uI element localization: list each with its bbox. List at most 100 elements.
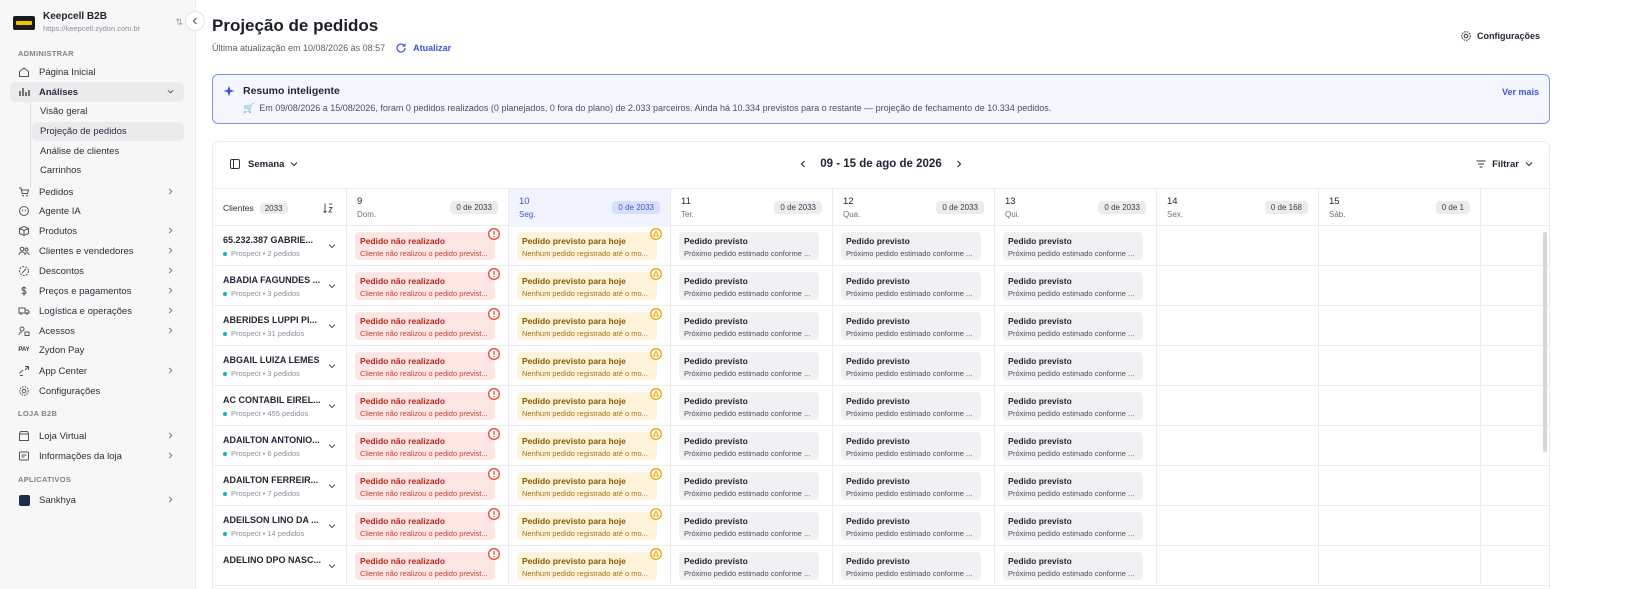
- sidebar-item-clientes[interactable]: Clientes e vendedores: [10, 241, 184, 261]
- chevron-down-icon[interactable]: [328, 482, 336, 490]
- planned-order-card[interactable]: Pedido previsto Próximo pedido estimado c…: [841, 392, 981, 420]
- table-row[interactable]: ABGAIL LUIZA LEMES Prospect • 3 pedidos Pe…: [213, 346, 1549, 386]
- chevron-down-icon[interactable]: [328, 522, 336, 530]
- sidebar-item-pedidos[interactable]: Pedidos: [10, 182, 184, 202]
- planned-order-card[interactable]: Pedido previsto Próximo pedido estimado c…: [1003, 432, 1143, 460]
- planned-order-card[interactable]: Pedido previsto Próximo pedido estimado c…: [679, 392, 819, 420]
- sidebar-item-zydon-pay[interactable]: PAY Zydon Pay: [10, 340, 184, 360]
- sidebar-item-logistica[interactable]: Logística e operações: [10, 301, 184, 321]
- refresh-button[interactable]: Atualizar: [395, 42, 451, 54]
- config-button[interactable]: Configurações: [1460, 30, 1540, 42]
- sidebar-item-sankhya[interactable]: Sankhya: [10, 490, 184, 510]
- sidebar-item-agente-ia[interactable]: Agente IA: [10, 201, 184, 221]
- planned-order-card[interactable]: Pedido previsto Próximo pedido estimado c…: [679, 512, 819, 540]
- table-row[interactable]: ABADIA FAGUNDES ... Prospect • 3 pedidos P…: [213, 266, 1549, 306]
- chevron-down-icon[interactable]: [328, 402, 336, 410]
- chevron-down-icon[interactable]: [328, 242, 336, 250]
- sidebar-item-configuracoes[interactable]: Configurações: [10, 381, 184, 401]
- chevron-down-icon[interactable]: [328, 562, 336, 570]
- planned-order-card[interactable]: Pedido previsto Próximo pedido estimado c…: [1003, 512, 1143, 540]
- planned-order-card[interactable]: Pedido previsto Próximo pedido estimado c…: [841, 272, 981, 300]
- warning-icon: [650, 428, 662, 440]
- today-order-card[interactable]: Pedido previsto para hoje Nenhum pedido r…: [517, 468, 662, 500]
- table-row[interactable]: ABERIDES LUPPI PI... Prospect • 31 pedido…: [213, 306, 1549, 346]
- prev-week-button[interactable]: [798, 159, 808, 169]
- sidebar-sub-projecao[interactable]: Projeção de pedidos: [32, 122, 184, 141]
- planned-order-card[interactable]: Pedido previsto Próximo pedido estimado c…: [1003, 552, 1143, 580]
- planned-order-card[interactable]: Pedido previsto Próximo pedido estimado c…: [841, 312, 981, 340]
- today-order-card[interactable]: Pedido previsto para hoje Nenhum pedido r…: [517, 548, 662, 580]
- missed-order-card[interactable]: Pedido não realizado Cliente não realizou…: [355, 228, 500, 260]
- sidebar-sub-carrinhos[interactable]: Carrinhos: [32, 161, 184, 180]
- missed-order-card[interactable]: Pedido não realizado Cliente não realizou…: [355, 308, 500, 340]
- table-row[interactable]: ADEILSON LINO DA ... Prospect • 14 pedido…: [213, 506, 1549, 546]
- table-row[interactable]: AC CONTABIL EIREL... Prospect • 455 pedid…: [213, 386, 1549, 426]
- chevron-down-icon[interactable]: [328, 442, 336, 450]
- planned-order-card[interactable]: Pedido previsto Próximo pedido estimado c…: [679, 352, 819, 380]
- sidebar-item-descontos[interactable]: Descontos: [10, 261, 184, 281]
- sidebar-item-info-loja[interactable]: Informações da loja: [10, 446, 184, 466]
- next-week-button[interactable]: [954, 159, 964, 169]
- sidebar-item-acessos[interactable]: Acessos: [10, 321, 184, 341]
- today-order-card[interactable]: Pedido previsto para hoje Nenhum pedido r…: [517, 308, 662, 340]
- chevron-down-icon[interactable]: [328, 282, 336, 290]
- pin-icon[interactable]: ⇅: [175, 17, 183, 28]
- today-order-card[interactable]: Pedido previsto para hoje Nenhum pedido r…: [517, 228, 662, 260]
- chevron-down-icon[interactable]: [328, 362, 336, 370]
- sort-icon[interactable]: [322, 202, 334, 214]
- sidebar-item-analises[interactable]: Análises: [10, 82, 184, 102]
- planned-order-card[interactable]: Pedido previsto Próximo pedido estimado c…: [679, 552, 819, 580]
- sidebar-item-produtos[interactable]: Produtos: [10, 221, 184, 241]
- missed-order-card[interactable]: Pedido não realizado Cliente não realizou…: [355, 548, 500, 580]
- missed-order-card[interactable]: Pedido não realizado Cliente não realizou…: [355, 268, 500, 300]
- table-row[interactable]: ADAILTON ANTONIO... Prospect • 6 pedidos P…: [213, 426, 1549, 466]
- today-order-card[interactable]: Pedido previsto para hoje Nenhum pedido r…: [517, 428, 662, 460]
- today-order-card[interactable]: Pedido previsto para hoje Nenhum pedido r…: [517, 348, 662, 380]
- planned-order-card[interactable]: Pedido previsto Próximo pedido estimado c…: [679, 232, 819, 260]
- planned-order-card[interactable]: Pedido previsto Próximo pedido estimado c…: [841, 432, 981, 460]
- vertical-scrollbar[interactable]: [1543, 232, 1547, 452]
- sidebar-sub-visao-geral[interactable]: Visão geral: [32, 102, 184, 121]
- missed-order-card[interactable]: Pedido não realizado Cliente não realizou…: [355, 428, 500, 460]
- planned-order-card[interactable]: Pedido previsto Próximo pedido estimado c…: [841, 512, 981, 540]
- see-more-link[interactable]: Ver mais: [1502, 87, 1539, 97]
- today-order-card[interactable]: Pedido previsto para hoje Nenhum pedido r…: [517, 508, 662, 540]
- today-order-card[interactable]: Pedido previsto para hoje Nenhum pedido r…: [517, 388, 662, 420]
- warning-icon: [650, 508, 662, 520]
- brand[interactable]: Keepcell B2B https://keepcell.zydon.com.…: [13, 8, 183, 38]
- table-row[interactable]: 65.232.387 GABRIE... Prospect • 2 pedidos…: [213, 226, 1549, 266]
- planned-order-card[interactable]: Pedido previsto Próximo pedido estimado c…: [841, 232, 981, 260]
- chevron-down-icon[interactable]: [328, 322, 336, 330]
- warning-icon: [650, 548, 662, 560]
- missed-order-card[interactable]: Pedido não realizado Cliente não realizou…: [355, 468, 500, 500]
- status-dot: [223, 531, 227, 536]
- planned-order-card[interactable]: Pedido previsto Próximo pedido estimado c…: [1003, 272, 1143, 300]
- planned-order-card[interactable]: Pedido previsto Próximo pedido estimado c…: [841, 472, 981, 500]
- missed-order-card[interactable]: Pedido não realizado Cliente não realizou…: [355, 508, 500, 540]
- sidebar-sub-analise-clientes[interactable]: Análise de clientes: [32, 142, 184, 161]
- sidebar-item-precos[interactable]: Preços e pagamentos: [10, 281, 184, 301]
- card-subtitle: Cliente não realizou o pedido previst...: [360, 409, 488, 418]
- table-row[interactable]: ADAILTON FERREIR... Prospect • 7 pedidos P…: [213, 466, 1549, 506]
- planned-order-card[interactable]: Pedido previsto Próximo pedido estimado c…: [1003, 352, 1143, 380]
- sidebar-item-app-center[interactable]: App Center: [10, 361, 184, 381]
- planned-order-card[interactable]: Pedido previsto Próximo pedido estimado c…: [679, 432, 819, 460]
- missed-order-card[interactable]: Pedido não realizado Cliente não realizou…: [355, 348, 500, 380]
- planned-order-card[interactable]: Pedido previsto Próximo pedido estimado c…: [841, 352, 981, 380]
- table-row[interactable]: ADELINO DPO NASC... Pedido não realizado C…: [213, 546, 1549, 586]
- today-order-card[interactable]: Pedido previsto para hoje Nenhum pedido r…: [517, 268, 662, 300]
- missed-order-card[interactable]: Pedido não realizado Cliente não realizou…: [355, 388, 500, 420]
- filter-button[interactable]: Filtrar: [1475, 158, 1533, 170]
- planned-order-card[interactable]: Pedido previsto Próximo pedido estimado c…: [1003, 312, 1143, 340]
- planned-order-card[interactable]: Pedido previsto Próximo pedido estimado c…: [679, 272, 819, 300]
- planned-order-card[interactable]: Pedido previsto Próximo pedido estimado c…: [841, 552, 981, 580]
- planned-order-card[interactable]: Pedido previsto Próximo pedido estimado c…: [1003, 232, 1143, 260]
- sidebar-item-loja-virtual[interactable]: Loja Virtual: [10, 426, 184, 446]
- card-subtitle: Próximo pedido estimado conforme ...: [846, 289, 973, 298]
- sidebar-item-home[interactable]: Página Inicial: [10, 62, 184, 82]
- planned-order-card[interactable]: Pedido previsto Próximo pedido estimado c…: [679, 472, 819, 500]
- planned-order-card[interactable]: Pedido previsto Próximo pedido estimado c…: [1003, 392, 1143, 420]
- collapse-sidebar-button[interactable]: [185, 11, 205, 31]
- planned-order-card[interactable]: Pedido previsto Próximo pedido estimado c…: [679, 312, 819, 340]
- planned-order-card[interactable]: Pedido previsto Próximo pedido estimado c…: [1003, 472, 1143, 500]
